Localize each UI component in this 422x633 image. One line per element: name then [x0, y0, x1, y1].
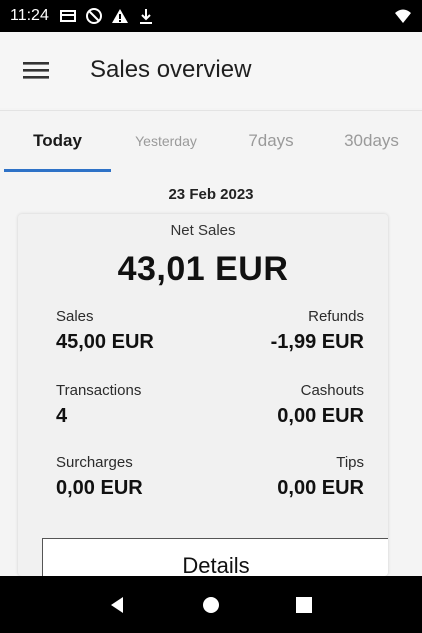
sales-summary-card: Net Sales 43,01 EUR Sales 45,00 EUR Refu… [18, 214, 388, 576]
system-nav-bar [0, 576, 422, 633]
tab-yesterday[interactable]: Yesterday [111, 111, 221, 171]
surcharges-label: Surcharges [56, 454, 133, 471]
download-icon [137, 7, 155, 25]
app-bar: Sales overview [0, 32, 422, 108]
refunds-label: Refunds [308, 308, 364, 325]
status-icons-right [394, 7, 412, 25]
sales-value: 45,00 EUR [56, 331, 154, 353]
recents-button[interactable] [284, 585, 324, 625]
transactions-label: Transactions [56, 382, 142, 399]
home-circle-icon [202, 596, 219, 613]
tab-7days-label: 7days [248, 131, 294, 150]
details-button[interactable]: Details [42, 538, 388, 576]
cashouts-label: Cashouts [300, 382, 364, 399]
date-label: 23 Feb 2023 [168, 186, 254, 203]
status-icons-left [59, 7, 155, 25]
surcharges-value: 0,00 EUR [56, 477, 143, 499]
period-tabs: Today Yesterday 7days 30days [0, 110, 422, 172]
cashouts-metric: Cashouts 0,00 EUR [214, 382, 364, 428]
tab-today-label: Today [33, 131, 82, 150]
do-not-disturb-icon [85, 7, 103, 25]
recents-square-icon [295, 596, 312, 613]
net-sales-value: 43,01 EUR [117, 250, 289, 288]
tab-7days[interactable]: 7days [221, 111, 321, 171]
tab-yesterday-label: Yesterday [135, 133, 197, 149]
status-time: 11:24 [10, 7, 49, 24]
menu-button[interactable] [20, 54, 52, 86]
tab-30days-label: 30days [344, 131, 399, 150]
net-sales-label: Net Sales [170, 222, 236, 239]
sim-card-icon [59, 7, 77, 25]
back-button[interactable] [98, 585, 138, 625]
transactions-value: 4 [56, 405, 68, 427]
tips-label: Tips [336, 454, 364, 471]
hamburger-menu-icon [23, 62, 49, 79]
refunds-value: -1,99 EUR [270, 331, 364, 353]
active-tab-indicator [4, 169, 111, 172]
surcharges-metric: Surcharges 0,00 EUR [56, 454, 206, 500]
sales-label: Sales [56, 308, 94, 325]
tips-metric: Tips 0,00 EUR [214, 454, 364, 500]
sales-metric: Sales 45,00 EUR [56, 308, 206, 354]
tips-value: 0,00 EUR [277, 477, 364, 499]
cashouts-value: 0,00 EUR [277, 405, 364, 427]
status-bar: 11:24 [0, 0, 422, 32]
warning-icon [111, 7, 129, 25]
home-button[interactable] [191, 585, 231, 625]
wifi-icon [394, 7, 412, 25]
transactions-metric: Transactions 4 [56, 382, 206, 428]
page-title: Sales overview [90, 56, 252, 83]
refunds-metric: Refunds -1,99 EUR [214, 308, 364, 354]
tab-30days[interactable]: 30days [321, 111, 422, 171]
tab-today[interactable]: Today [4, 111, 111, 171]
back-triangle-icon [111, 596, 124, 613]
